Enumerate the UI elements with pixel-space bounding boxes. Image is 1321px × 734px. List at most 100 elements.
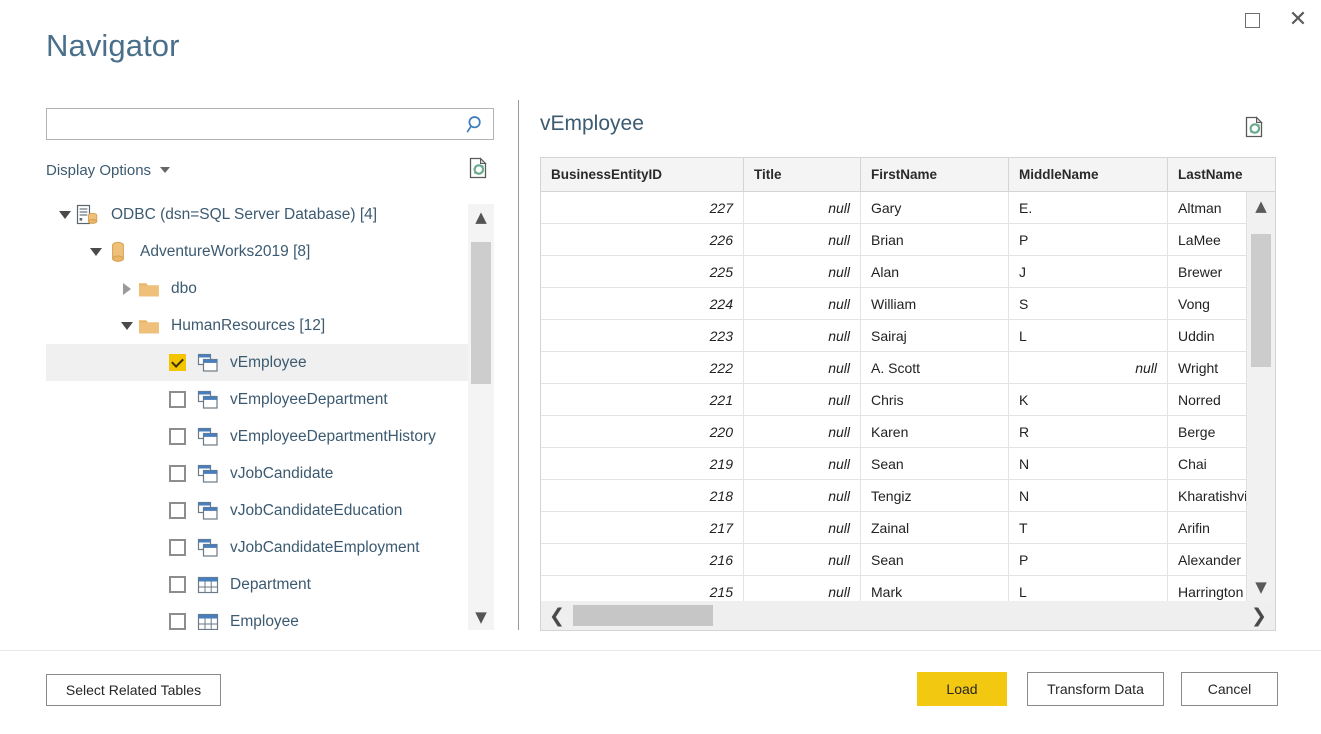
chevron-down-icon[interactable]: ▼ <box>468 604 494 630</box>
tree-item-vemployeedepartmenthistory[interactable]: vEmployeeDepartmentHistory <box>46 418 494 455</box>
table-icon <box>197 576 219 594</box>
table-row[interactable]: 217nullZainalTArifin <box>541 512 1276 544</box>
table-cell-firstname: Sairaj <box>861 320 1009 352</box>
tree-item-adventureworks2019-8[interactable]: AdventureWorks2019 [8] <box>46 233 494 270</box>
chevron-down-icon[interactable]: ▼ <box>1247 573 1275 601</box>
table-row[interactable]: 216nullSeanPAlexander <box>541 544 1276 576</box>
table-cell-firstname: Sean <box>861 544 1009 576</box>
triangle-expanded-icon[interactable] <box>54 211 76 219</box>
view-icon <box>197 427 219 447</box>
column-header-businessentityid[interactable]: BusinessEntityID <box>541 158 744 192</box>
tree-item-checkbox[interactable] <box>169 502 186 519</box>
grid-hscroll-thumb[interactable] <box>573 605 713 626</box>
table-row[interactable]: 220nullKarenRBerge <box>541 416 1276 448</box>
table-row[interactable]: 218nullTengizNKharatishvili <box>541 480 1276 512</box>
tree-scrollbar[interactable]: ▲ ▼ <box>468 204 494 630</box>
table-cell-firstname: Zainal <box>861 512 1009 544</box>
tree-item-odbc-dsn-sql-server-database-4[interactable]: ODBC (dsn=SQL Server Database) [4] <box>46 196 494 233</box>
column-header-firstname[interactable]: FirstName <box>861 158 1009 192</box>
table-row[interactable]: 227nullGaryE.Altman <box>541 192 1276 224</box>
table-row[interactable]: 221nullChrisKNorred <box>541 384 1276 416</box>
grid-vertical-scrollbar[interactable]: ▲ ▼ <box>1246 192 1275 601</box>
chevron-left-icon[interactable]: ❮ <box>541 601 573 630</box>
database-icon <box>107 241 129 263</box>
table-row[interactable]: 222nullA. ScottnullWright <box>541 352 1276 384</box>
tree-item-checkbox[interactable] <box>169 539 186 556</box>
page-title: Navigator <box>46 28 180 64</box>
select-related-tables-button[interactable]: Select Related Tables <box>46 674 221 706</box>
tree-item-checkbox[interactable] <box>169 613 186 630</box>
load-button[interactable]: Load <box>917 672 1007 706</box>
maximize-button[interactable] <box>1229 0 1275 40</box>
search-box[interactable] <box>46 108 494 140</box>
table-row[interactable]: 224nullWilliamSVong <box>541 288 1276 320</box>
preview-table: BusinessEntityIDTitleFirstNameMiddleName… <box>541 158 1276 608</box>
table-cell-firstname: Sean <box>861 448 1009 480</box>
tree-item-checkbox[interactable] <box>169 354 186 371</box>
search-icon[interactable] <box>459 114 493 134</box>
table-cell-firstname: Alan <box>861 256 1009 288</box>
odbc-server-icon <box>76 204 100 226</box>
tree-item-vemployeedepartment[interactable]: vEmployeeDepartment <box>46 381 494 418</box>
table-cell-firstname: Gary <box>861 192 1009 224</box>
tree-item-employee[interactable]: Employee <box>46 603 494 630</box>
column-header-title[interactable]: Title <box>744 158 861 192</box>
table-cell-businessentityid: 216 <box>541 544 744 576</box>
tree-scrollbar-thumb[interactable] <box>471 242 491 384</box>
object-tree[interactable]: ODBC (dsn=SQL Server Database) [4]Advent… <box>46 196 494 630</box>
transform-data-button[interactable]: Transform Data <box>1027 672 1164 706</box>
table-cell-businessentityid: 220 <box>541 416 744 448</box>
table-cell-businessentityid: 218 <box>541 480 744 512</box>
table-row[interactable]: 226nullBrianPLaMee <box>541 224 1276 256</box>
cancel-button[interactable]: Cancel <box>1181 672 1278 706</box>
display-options-label[interactable]: Display Options <box>46 162 151 179</box>
column-header-middlename[interactable]: MiddleName <box>1009 158 1168 192</box>
tree-item-department[interactable]: Department <box>46 566 494 603</box>
table-cell-title: null <box>744 480 861 512</box>
tree-item-vemployee[interactable]: vEmployee <box>46 344 494 381</box>
tree-item-vjobcandidateemployment[interactable]: vJobCandidateEmployment <box>46 529 494 566</box>
table-cell-title: null <box>744 256 861 288</box>
tree-item-checkbox[interactable] <box>169 391 186 408</box>
tree-item-checkbox[interactable] <box>169 428 186 445</box>
grid-horizontal-scrollbar[interactable]: ❮ ❯ <box>541 601 1275 630</box>
table-cell-middlename: P <box>1009 544 1168 576</box>
preview-refresh-icon[interactable] <box>1244 116 1266 145</box>
tree-item-vjobcandidate[interactable]: vJobCandidate <box>46 455 494 492</box>
refresh-document-icon[interactable] <box>468 157 490 186</box>
triangle-collapsed-icon[interactable] <box>116 283 138 295</box>
tree-item-checkbox[interactable] <box>169 465 186 482</box>
table-cell-middlename: J <box>1009 256 1168 288</box>
table-cell-businessentityid: 225 <box>541 256 744 288</box>
tree-item-label: vJobCandidateEmployment <box>230 539 420 557</box>
tree-item-label: Employee <box>230 613 299 631</box>
table-row[interactable]: 225nullAlanJBrewer <box>541 256 1276 288</box>
tree-item-humanresources-12[interactable]: HumanResources [12] <box>46 307 494 344</box>
table-cell-middlename: S <box>1009 288 1168 320</box>
table-cell-middlename: N <box>1009 448 1168 480</box>
grid-hscroll-track[interactable] <box>573 601 1243 630</box>
view-icon <box>197 538 219 558</box>
table-cell-title: null <box>744 512 861 544</box>
search-input[interactable] <box>47 110 459 138</box>
chevron-right-icon[interactable]: ❯ <box>1243 601 1275 630</box>
table-row[interactable]: 219nullSeanNChai <box>541 448 1276 480</box>
table-cell-firstname: Karen <box>861 416 1009 448</box>
triangle-expanded-icon[interactable] <box>85 248 107 256</box>
chevron-down-icon[interactable] <box>160 167 170 173</box>
tree-item-checkbox[interactable] <box>169 576 186 593</box>
chevron-up-icon[interactable]: ▲ <box>468 204 494 230</box>
tree-item-label: dbo <box>171 280 197 298</box>
table-cell-title: null <box>744 192 861 224</box>
preview-grid[interactable]: BusinessEntityIDTitleFirstNameMiddleName… <box>540 157 1276 631</box>
table-cell-title: null <box>744 224 861 256</box>
tree-item-vjobcandidateeducation[interactable]: vJobCandidateEducation <box>46 492 494 529</box>
tree-item-dbo[interactable]: dbo <box>46 270 494 307</box>
table-row[interactable]: 223nullSairajLUddin <box>541 320 1276 352</box>
table-cell-businessentityid: 222 <box>541 352 744 384</box>
column-header-lastname[interactable]: LastName <box>1168 158 1277 192</box>
grid-vscroll-thumb[interactable] <box>1251 234 1271 367</box>
chevron-up-icon[interactable]: ▲ <box>1247 192 1275 220</box>
triangle-expanded-icon[interactable] <box>116 322 138 330</box>
close-button[interactable]: ✕ <box>1275 0 1321 40</box>
